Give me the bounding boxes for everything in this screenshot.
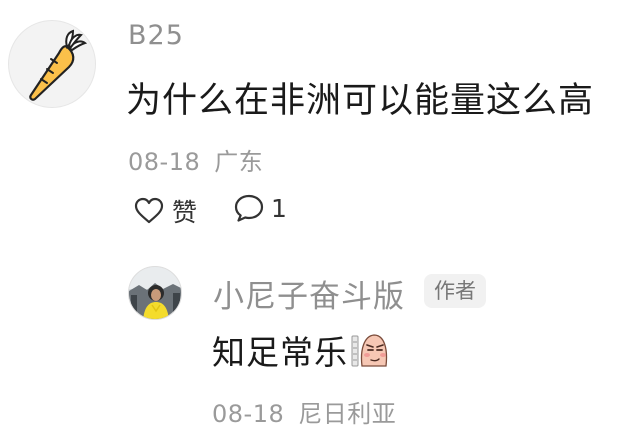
reply-content: 知足常乐: [212, 326, 390, 374]
comment-location: 广东: [214, 148, 264, 176]
heart-outline-icon: [134, 197, 164, 224]
like-button[interactable]: 赞: [134, 193, 197, 229]
reply-meta: 08-18 尼日利亚: [212, 394, 396, 429]
replier-avatar[interactable]: [128, 266, 182, 320]
reply-date: 08-18: [212, 400, 285, 428]
reply-button[interactable]: 1: [233, 193, 287, 223]
comment-thread: B25 为什么在非洲可以能量这么高 08-18 广东 赞 1 小尼子奋斗版 作者: [0, 0, 640, 432]
comment-date: 08-18: [128, 148, 201, 176]
reply-count: 1: [271, 193, 287, 223]
speech-bubble-icon: [234, 194, 264, 222]
like-label: 赞: [172, 198, 198, 227]
carrot-icon: [29, 29, 88, 101]
commenter-username[interactable]: B25: [128, 20, 184, 51]
replier-username[interactable]: 小尼子奋斗版: [213, 271, 405, 316]
reply-location: 尼日利亚: [298, 400, 397, 428]
smug-sticker-icon: [351, 334, 388, 367]
comment-text: 为什么在非洲可以能量这么高: [126, 81, 595, 121]
reply-text: 知足常乐: [212, 333, 348, 372]
profile-photo-avatar: [129, 267, 181, 319]
comment-meta: 08-18 广东: [128, 142, 263, 177]
author-badge: 作者: [424, 274, 486, 308]
commenter-avatar[interactable]: [8, 20, 96, 108]
